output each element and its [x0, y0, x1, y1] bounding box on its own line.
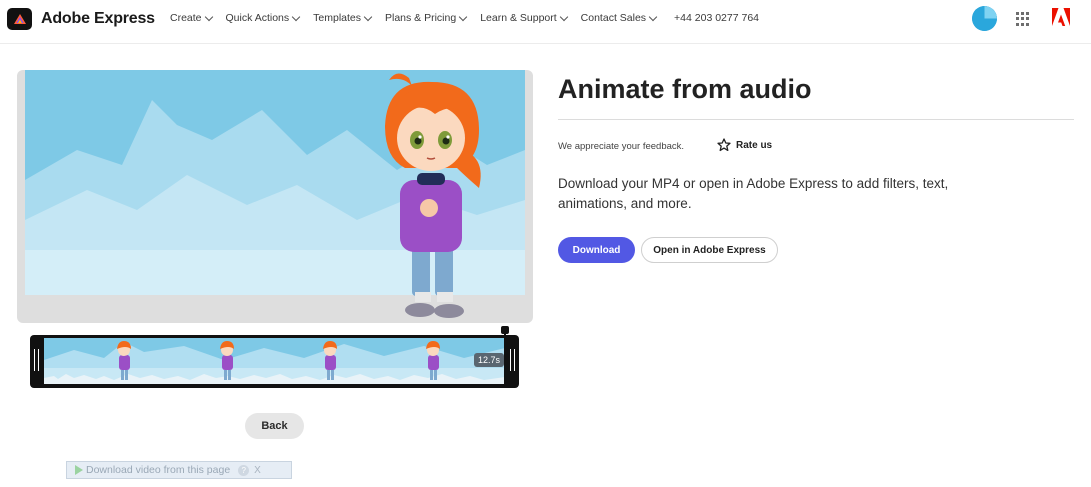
chevron-down-icon — [559, 12, 568, 21]
timeline-track[interactable] — [30, 335, 519, 388]
menu-item-label: Templates — [313, 12, 361, 24]
chevron-down-icon — [363, 12, 373, 21]
description-text: Download your MP4 or open in Adobe Expre… — [558, 176, 949, 211]
main-menu: Create Quick Actions Templates Plans & P… — [170, 12, 759, 24]
timeline-end-handle[interactable] — [510, 349, 515, 371]
animation-preview[interactable] — [17, 70, 533, 323]
menu-item-label: Learn & Support — [480, 12, 557, 24]
adobe-express-logo-icon — [7, 8, 32, 30]
open-in-adobe-express-button[interactable]: Open in Adobe Express — [641, 237, 778, 263]
page-title: Animate from audio — [558, 74, 812, 104]
play-icon — [75, 465, 83, 475]
timeline-start-handle[interactable] — [34, 349, 39, 371]
menu-item-quick-actions[interactable]: Quick Actions — [225, 12, 301, 24]
chevron-down-icon — [458, 12, 468, 21]
download-video-text[interactable]: Download video from this page — [86, 464, 230, 476]
download-video-bar[interactable]: Download video from this page ? X — [66, 461, 292, 479]
menu-item-label: Create — [170, 12, 202, 24]
chevron-down-icon — [291, 12, 301, 21]
menu-item-create[interactable]: Create — [170, 12, 213, 24]
brand-name: Adobe Express — [41, 10, 155, 27]
timeline-frames — [44, 338, 505, 384]
menu-item-plans-pricing[interactable]: Plans & Pricing — [385, 12, 468, 24]
divider — [558, 119, 1074, 120]
menu-item-learn-support[interactable]: Learn & Support — [480, 12, 568, 24]
apps-grid-icon[interactable] — [1016, 12, 1030, 26]
download-button[interactable]: Download — [558, 237, 635, 263]
menu-item-label: Plans & Pricing — [385, 12, 457, 24]
timeline-duration-badge: 12.7s — [474, 353, 505, 367]
phone-number-link[interactable]: +44 203 0277 764 — [674, 12, 759, 24]
menu-item-label: Contact Sales — [580, 12, 647, 24]
star-outline-icon — [717, 138, 731, 152]
feedback-text: We appreciate your feedback. — [558, 141, 685, 152]
rate-us-label: Rate us — [736, 139, 773, 151]
playhead[interactable] — [501, 326, 509, 388]
chevron-down-icon — [204, 12, 213, 21]
close-icon[interactable]: X — [254, 465, 261, 476]
adobe-logo-icon[interactable] — [1051, 7, 1071, 32]
chevron-down-icon — [648, 12, 658, 21]
user-avatar[interactable] — [972, 6, 997, 31]
back-button[interactable]: Back — [245, 413, 304, 439]
menu-item-templates[interactable]: Templates — [313, 12, 373, 24]
menu-item-label: Quick Actions — [225, 12, 290, 24]
help-icon[interactable]: ? — [238, 464, 250, 476]
brand[interactable]: Adobe Express — [7, 8, 155, 30]
top-navigation: Adobe Express Create Quick Actions Templ… — [0, 0, 1091, 44]
menu-item-contact-sales[interactable]: Contact Sales — [580, 12, 658, 24]
rate-us-button[interactable]: Rate us — [717, 138, 772, 152]
preview-scene — [25, 70, 525, 318]
